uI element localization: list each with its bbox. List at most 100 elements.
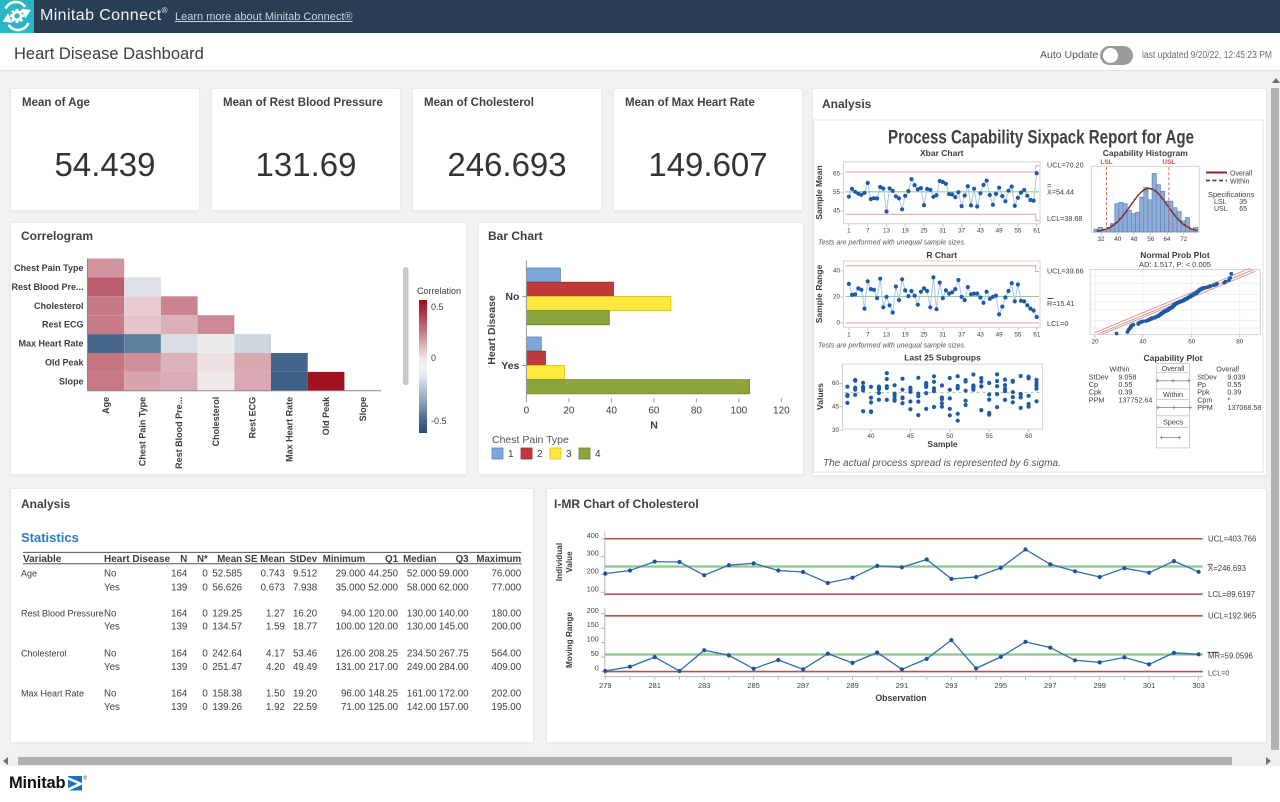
- svg-text:1: 1: [847, 228, 851, 235]
- svg-text:N: N: [180, 554, 187, 565]
- svg-text:The actual process spread is r: The actual process spread is represented…: [823, 458, 1061, 469]
- svg-text:409.00: 409.00: [491, 662, 521, 673]
- svg-text:StDev: StDev: [290, 554, 318, 565]
- svg-text:285: 285: [747, 681, 760, 690]
- svg-text:45: 45: [832, 404, 840, 411]
- svg-text:150: 150: [587, 620, 599, 629]
- svg-text:Individual: Individual: [555, 543, 564, 581]
- svg-text:Chest Pain Type: Chest Pain Type: [138, 397, 148, 466]
- svg-text:No: No: [104, 688, 116, 699]
- svg-text:134.57: 134.57: [212, 622, 242, 633]
- svg-text:X=54.44: X=54.44: [1047, 187, 1074, 196]
- svg-text:1.92: 1.92: [266, 702, 285, 713]
- svg-text:Rest Blood Pressure: Rest Blood Pressure: [21, 608, 104, 618]
- svg-text:300: 300: [587, 549, 599, 558]
- svg-text:Heart Disease: Heart Disease: [104, 554, 171, 565]
- svg-text:30: 30: [832, 427, 840, 434]
- svg-text:SE Mean: SE Mean: [245, 554, 285, 565]
- svg-text:49: 49: [996, 228, 1004, 235]
- svg-text:55: 55: [1014, 228, 1022, 235]
- svg-text:43: 43: [977, 331, 985, 338]
- svg-text:164: 164: [171, 688, 188, 699]
- svg-text:Age: Age: [101, 397, 111, 414]
- svg-text:139: 139: [171, 662, 187, 673]
- svg-text:35.000: 35.000: [336, 582, 366, 593]
- svg-text:283: 283: [698, 681, 711, 690]
- svg-text:Observation: Observation: [875, 693, 926, 703]
- svg-text:19: 19: [902, 331, 910, 338]
- svg-text:Specs: Specs: [1163, 417, 1183, 426]
- svg-text:289: 289: [846, 681, 859, 690]
- svg-text:80: 80: [691, 405, 703, 416]
- svg-text:142.00: 142.00: [407, 702, 437, 713]
- svg-text:Tests are performed with unequ: Tests are performed with unequal sample …: [818, 343, 966, 350]
- svg-text:200: 200: [587, 567, 599, 576]
- svg-text:Process Capability Sixpack Rep: Process Capability Sixpack Report for Ag…: [888, 128, 1194, 149]
- svg-text:145.00: 145.00: [439, 622, 469, 633]
- svg-text:Chest Pain Type: Chest Pain Type: [14, 263, 83, 273]
- svg-text:96.00: 96.00: [341, 688, 366, 699]
- svg-text:20: 20: [1092, 339, 1100, 346]
- svg-text:59.000: 59.000: [439, 569, 469, 580]
- svg-text:0: 0: [202, 622, 208, 633]
- svg-text:164: 164: [171, 569, 188, 580]
- svg-text:125.00: 125.00: [368, 702, 398, 713]
- svg-text:R Chart: R Chart: [926, 250, 957, 260]
- svg-text:LSL: LSL: [1214, 199, 1227, 206]
- svg-text:Yes: Yes: [104, 582, 120, 593]
- svg-text:48: 48: [1130, 236, 1138, 243]
- svg-text:25: 25: [920, 331, 928, 338]
- svg-text:USL: USL: [1214, 206, 1228, 213]
- svg-text:131.00: 131.00: [336, 662, 366, 673]
- svg-text:7: 7: [866, 331, 870, 338]
- svg-text:0: 0: [202, 569, 208, 580]
- svg-text:Q1: Q1: [385, 554, 399, 565]
- svg-text:-0.5: -0.5: [431, 416, 447, 426]
- svg-text:139: 139: [171, 582, 187, 593]
- svg-text:40: 40: [1139, 339, 1147, 346]
- svg-text:Rest ECG: Rest ECG: [248, 397, 258, 439]
- svg-text:0: 0: [524, 405, 530, 416]
- svg-text:130.00: 130.00: [407, 608, 437, 619]
- svg-text:50: 50: [591, 649, 599, 658]
- svg-text:Median: Median: [403, 554, 436, 565]
- svg-text:37: 37: [958, 331, 966, 338]
- svg-text:100.00: 100.00: [336, 622, 366, 633]
- svg-text:56.626: 56.626: [212, 582, 242, 593]
- svg-text:49.49: 49.49: [293, 662, 317, 673]
- svg-text:Overall: Overall: [1162, 364, 1185, 373]
- svg-text:200: 200: [587, 606, 599, 615]
- svg-text:Values: Values: [815, 383, 825, 410]
- svg-text:76.000: 76.000: [491, 569, 521, 580]
- svg-text:77.000: 77.000: [491, 582, 521, 593]
- svg-text:161.00: 161.00: [407, 688, 437, 699]
- svg-text:Rest ECG: Rest ECG: [42, 320, 84, 330]
- svg-text:49: 49: [996, 331, 1004, 338]
- svg-text:1: 1: [508, 449, 514, 460]
- svg-text:Max Heart Rate: Max Heart Rate: [284, 397, 294, 462]
- svg-text:Sample Range: Sample Range: [814, 264, 824, 323]
- svg-text:45: 45: [833, 208, 841, 215]
- svg-text:0: 0: [431, 353, 436, 363]
- svg-text:60: 60: [832, 380, 840, 387]
- svg-text:61: 61: [1033, 228, 1041, 235]
- svg-text:71.00: 71.00: [341, 702, 366, 713]
- svg-text:137752.64: 137752.64: [1118, 395, 1152, 404]
- svg-text:LSL: LSL: [1100, 159, 1112, 166]
- svg-text:0: 0: [202, 648, 208, 659]
- svg-text:180.00: 180.00: [491, 608, 521, 619]
- svg-text:40: 40: [867, 433, 875, 440]
- svg-text:137068.58: 137068.58: [1227, 403, 1261, 412]
- svg-text:100: 100: [587, 584, 599, 593]
- svg-text:Slope: Slope: [358, 397, 368, 422]
- svg-text:UCL=70.20: UCL=70.20: [1047, 160, 1084, 169]
- svg-text:140.00: 140.00: [439, 608, 469, 619]
- svg-text:35: 35: [1239, 199, 1247, 206]
- svg-text:120: 120: [773, 405, 790, 416]
- svg-text:0: 0: [836, 320, 840, 327]
- svg-text:65: 65: [833, 170, 841, 177]
- svg-text:130.00: 130.00: [407, 622, 437, 633]
- svg-text:Within: Within: [1230, 179, 1250, 186]
- svg-text:1.59: 1.59: [266, 622, 285, 633]
- svg-text:19: 19: [902, 228, 910, 235]
